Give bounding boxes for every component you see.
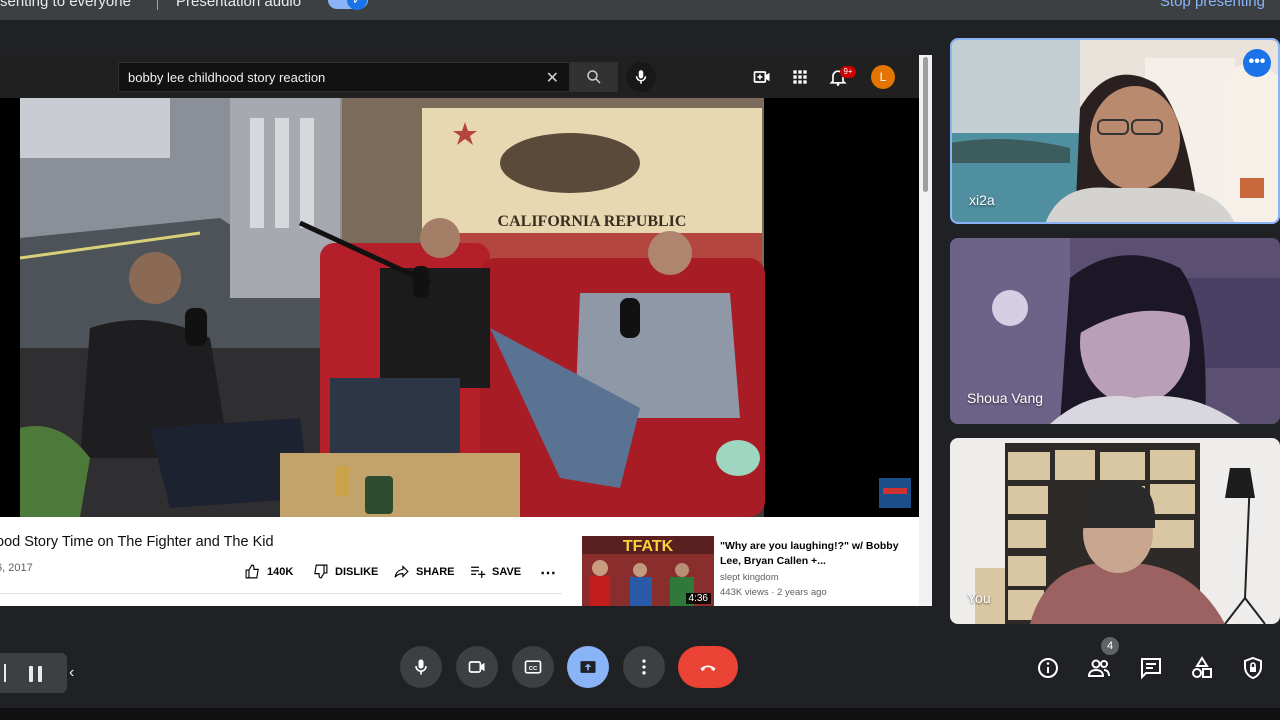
divider [157,0,158,10]
like-button[interactable]: 140K [244,563,293,580]
video-camera-icon [468,661,485,673]
voice-search-button[interactable] [626,62,656,92]
clear-search-icon[interactable]: ✕ [546,68,559,88]
more-vert-icon [642,659,646,675]
video-title: ood Story Time on The Fighter and The Ki… [0,534,274,550]
divider [4,664,6,682]
notification-badge: 9+ [840,66,856,78]
camera-button[interactable] [456,646,498,688]
microphone-button[interactable] [400,646,442,688]
participant-name: xi2a [969,192,995,208]
meet-window: senting to everyone Presentation audio ✓… [0,0,1280,720]
youtube-header: bobby lee childhood story reaction ✕ 9+ … [0,55,932,98]
recommended-thumbnail[interactable]: TFATK 4:36 [582,536,714,606]
microphone-icon [415,659,427,675]
people-icon[interactable] [1087,656,1111,680]
shared-screen: bobby lee childhood story reaction ✕ 9+ … [0,55,932,606]
participant-name: Shoua Vang [967,390,1044,406]
search-button[interactable] [570,62,618,92]
participant-tile-shoua-vang[interactable]: Shoua Vang [950,238,1280,424]
captions-button[interactable]: CC [512,646,554,688]
activities-icon[interactable] [1190,656,1214,680]
presenting-bar: senting to everyone Presentation audio ✓… [0,0,1280,20]
thumbs-down-icon [314,564,328,579]
dislike-button[interactable]: DISLIKE [312,563,378,580]
participant-tile-you[interactable]: You [950,438,1280,624]
video-frame: CALIFORNIA REPUBLIC [0,98,919,517]
presenting-status: senting to everyone [0,0,131,10]
playlist-add-icon [471,566,486,578]
hang-up-icon [700,665,716,672]
taskbar-strip [0,708,1280,720]
account-avatar[interactable]: L [871,65,895,89]
chevron-left-icon[interactable]: ‹ [69,664,74,682]
share-button[interactable]: SHARE [393,563,455,580]
closed-captions-icon: CC [524,660,542,674]
search-icon [587,70,601,84]
leave-call-button[interactable] [678,646,738,688]
page-scrollbar[interactable] [919,55,932,606]
chat-icon[interactable] [1139,656,1163,680]
pause-icon [38,666,42,682]
stop-presenting-button[interactable]: Stop presenting [1160,0,1265,10]
scrollbar-thumb[interactable] [923,57,928,192]
save-button[interactable]: SAVE [469,563,521,580]
recommended-title[interactable]: "Why are you laughing!?" w/ Bobby Lee, B… [720,539,900,569]
recommended-channel[interactable]: slept kingdom [720,572,779,583]
present-now-button[interactable] [567,646,609,688]
check-icon: ✓ [347,0,367,10]
participant-count-badge: 4 [1101,637,1119,655]
video-duration: 4:36 [685,593,711,604]
pause-presentation-button[interactable] [0,653,67,693]
meeting-details-icon[interactable] [1036,656,1060,680]
microphone-icon [635,70,647,84]
divider [0,593,562,594]
search-input[interactable]: bobby lee childhood story reaction [128,70,325,85]
svg-text:CC: CC [529,666,538,672]
like-count: 140K [267,565,294,578]
participant-tile-xi2a[interactable]: xi2a ••• [950,38,1280,224]
participant-video [950,438,1280,624]
meeting-controls-bar: ‹ CC 4 [0,628,1280,720]
recommended-meta: 443K views · 2 years ago [720,587,827,598]
video-date: 6, 2017 [0,562,33,574]
share-label: SHARE [416,565,455,578]
presentation-audio-toggle[interactable]: ✓ [328,0,368,10]
more-options-icon[interactable]: ••• [1243,49,1271,77]
search-box[interactable]: bobby lee childhood story reaction ✕ [118,62,570,92]
pause-icon [29,666,33,682]
banner-text: CALIFORNIA REPUBLIC [498,213,687,230]
presentation-audio-label: Presentation audio [176,0,302,10]
participant-name: You [967,590,991,606]
present-screen-icon [580,661,596,673]
create-video-icon[interactable] [752,67,772,87]
video-player[interactable]: CALIFORNIA REPUBLIC [0,98,919,517]
more-options-button[interactable] [623,646,665,688]
thumbnail-text: TFATK [623,538,674,555]
thumbs-up-icon [245,564,259,579]
apps-grid-icon[interactable] [790,67,810,87]
participant-video [952,40,1278,222]
save-label: SAVE [492,565,522,578]
host-controls-lock-icon[interactable] [1241,656,1265,680]
more-actions-icon[interactable]: ⋯ [540,563,556,583]
share-icon [394,565,409,578]
dislike-label: DISLIKE [335,565,379,578]
